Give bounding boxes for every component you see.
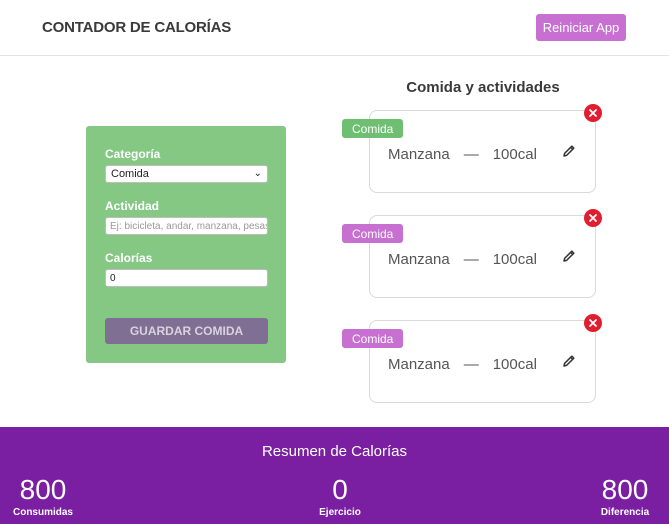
- difference-label: Diferencia: [600, 507, 650, 518]
- item-description: Manzana — 100cal: [388, 251, 537, 268]
- exercise-value: 0: [332, 474, 348, 505]
- item-calories: 100cal: [492, 251, 537, 268]
- close-icon[interactable]: [584, 104, 602, 122]
- category-badge: Comida: [342, 224, 404, 243]
- meal-form: Categoría Comida ⌄ Actividad Calorías GU…: [86, 126, 286, 363]
- item-calories: 100cal: [492, 356, 537, 373]
- category-selected-value: Comida: [111, 168, 149, 180]
- pencil-icon[interactable]: [561, 248, 577, 264]
- calories-input[interactable]: [105, 269, 268, 287]
- calories-label: Calorías: [105, 251, 153, 265]
- header: CONTADOR DE CALORÍAS Reiniciar App: [0, 0, 669, 56]
- exercise-label: Ejercicio: [319, 507, 361, 518]
- consumed-value: 800: [19, 474, 67, 505]
- app-title: CONTADOR DE CALORÍAS: [42, 19, 232, 36]
- item-calories: 100cal: [492, 146, 537, 163]
- item-name: Manzana: [388, 146, 450, 163]
- item-separator: —: [463, 356, 479, 373]
- category-badge: Comida: [342, 329, 404, 348]
- item-description: Manzana — 100cal: [388, 356, 537, 373]
- difference-value: 800: [601, 474, 649, 505]
- activity-label: Actividad: [105, 199, 160, 213]
- pencil-icon[interactable]: [561, 143, 577, 159]
- category-label: Categoría: [105, 147, 161, 161]
- pencil-icon[interactable]: [561, 353, 577, 369]
- reset-app-button[interactable]: Reiniciar App: [536, 14, 626, 41]
- list-item: Comida Manzana — 100cal: [342, 314, 602, 403]
- category-badge: Comida: [342, 119, 404, 138]
- activities-title: Comida y actividades: [406, 79, 560, 96]
- calorie-summary: Resumen de Calorías 800 Consumidas 0 Eje…: [0, 427, 669, 524]
- item-description: Manzana — 100cal: [388, 146, 537, 163]
- difference-stat: 800 Diferencia: [590, 474, 660, 519]
- save-meal-button[interactable]: GUARDAR COMIDA: [105, 318, 268, 344]
- exercise-stat: 0 Ejercicio: [300, 474, 380, 519]
- summary-title: Resumen de Calorías: [261, 443, 408, 460]
- consumed-label: Consumidas: [12, 507, 73, 518]
- close-icon[interactable]: [584, 314, 602, 332]
- item-separator: —: [463, 251, 479, 268]
- activity-input[interactable]: [105, 217, 268, 235]
- category-select[interactable]: Comida ⌄: [105, 165, 268, 183]
- list-item: Comida Manzana — 100cal: [342, 209, 602, 298]
- item-name: Manzana: [388, 251, 450, 268]
- item-separator: —: [463, 146, 479, 163]
- chevron-down-icon: ⌄: [253, 168, 262, 179]
- consumed-stat: 800 Consumidas: [0, 474, 86, 519]
- list-item: Comida Manzana — 100cal: [342, 104, 602, 193]
- close-icon[interactable]: [584, 209, 602, 227]
- item-name: Manzana: [388, 356, 450, 373]
